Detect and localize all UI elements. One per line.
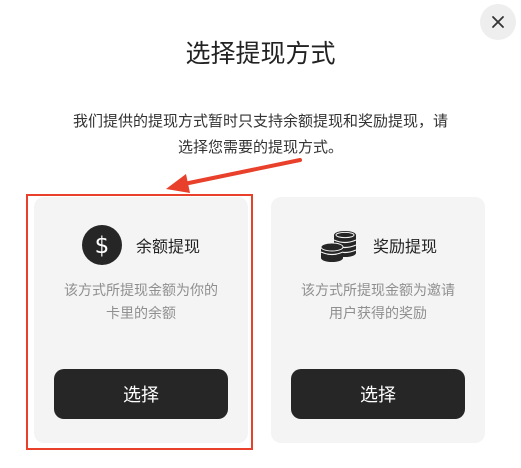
option-header: 奖励提现 xyxy=(271,225,485,265)
withdraw-method-dialog: 选择提现方式 我们提供的提现方式暂时只支持余额提现和奖励提现，请 选择您需要的提… xyxy=(0,0,521,468)
option-description-line-1: 该方式所提现金额为邀请 xyxy=(301,283,455,299)
option-card-reward[interactable]: 奖励提现 该方式所提现金额为邀请 用户获得的奖励 选择 xyxy=(271,197,485,443)
close-icon xyxy=(492,16,504,28)
highlight-box xyxy=(26,194,253,450)
option-description-line-2: 用户获得的奖励 xyxy=(329,306,427,322)
coin-stack-icon xyxy=(320,231,357,262)
dialog-title: 选择提现方式 xyxy=(185,39,336,68)
option-description: 该方式所提现金额为邀请 用户获得的奖励 xyxy=(287,280,469,326)
description-line-2: 选择您需要的提现方式。 xyxy=(177,138,343,156)
select-reward-button[interactable]: 选择 xyxy=(291,369,465,419)
dialog-description: 我们提供的提现方式暂时只支持余额提现和奖励提现，请 选择您需要的提现方式。 xyxy=(30,108,491,160)
option-name: 奖励提现 xyxy=(372,237,437,256)
description-line-1: 我们提供的提现方式暂时只支持余额提现和奖励提现，请 xyxy=(72,112,448,130)
